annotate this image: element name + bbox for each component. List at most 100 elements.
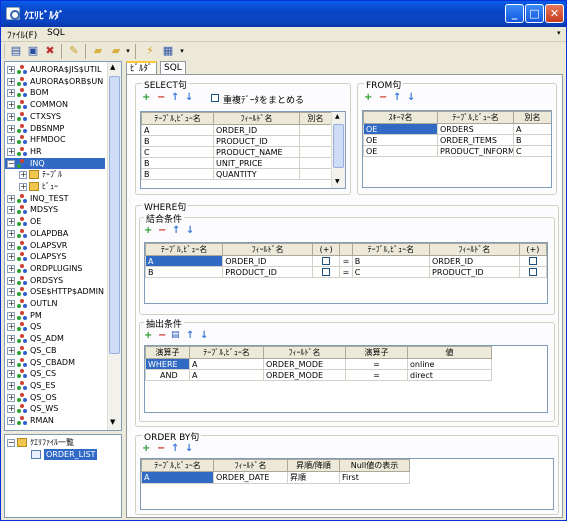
table-cell[interactable]: ORDER_MODE (263, 358, 346, 370)
table-cell[interactable] (299, 135, 332, 147)
add-icon[interactable]: + (142, 93, 150, 103)
tree-item-child[interactable]: + ﾃｰﾌﾞﾙ (5, 169, 105, 180)
column-header[interactable]: 演算子 (345, 346, 408, 359)
tree-item-schema[interactable]: + CTXSYS (5, 111, 105, 122)
tree-item-schema[interactable]: + OLAPSVR (5, 240, 105, 251)
table-cell[interactable]: AND (145, 369, 190, 381)
table-cell[interactable]: OE (363, 123, 438, 135)
new-icon[interactable]: ▤ (9, 44, 23, 58)
tree-item-schema[interactable]: + PM (5, 310, 105, 321)
expand-icon[interactable]: + (7, 89, 15, 98)
table-cell[interactable]: WHERE (145, 358, 190, 370)
tree-item-schema[interactable]: + DBSNMP (5, 123, 105, 134)
table-cell[interactable]: PRODUCT_ID (429, 266, 520, 278)
table-cell[interactable]: ORDERS (437, 123, 514, 135)
expand-icon[interactable]: + (7, 147, 15, 156)
table-cell[interactable]: ORDER_ITEMS (437, 134, 514, 146)
expand-icon[interactable]: + (7, 276, 15, 285)
tree-item-schema[interactable]: − INQ (5, 157, 105, 169)
remove-icon[interactable]: − (158, 226, 166, 236)
table-row[interactable]: OE ORDER_ITEMS B (363, 134, 551, 146)
column-header[interactable]: 別名 (513, 111, 551, 124)
expand-icon[interactable]: + (7, 370, 15, 379)
expand-icon[interactable]: + (7, 101, 15, 110)
table-cell[interactable] (518, 266, 547, 278)
table-cell[interactable]: ORDER_DATE (213, 471, 288, 484)
column-header[interactable]: ﾃｰﾌﾞﾙ,ﾋﾞｭｰ名 (141, 112, 214, 125)
column-header[interactable]: ﾌｨｰﾙﾄﾞ名 (263, 346, 346, 359)
expand-icon[interactable]: + (7, 346, 15, 355)
expand-icon[interactable]: + (7, 206, 15, 215)
table-row[interactable]: A ORDER_ID = B ORDER_ID (145, 255, 547, 267)
table-row[interactable]: C PRODUCT_NAME (141, 146, 332, 158)
column-header[interactable]: ﾌｨｰﾙﾄﾞ名 (222, 243, 314, 256)
expand-icon[interactable]: + (7, 288, 15, 297)
expand-icon[interactable]: + (7, 241, 15, 250)
table-cell[interactable]: A (189, 358, 264, 370)
move-down-icon[interactable]: ↓ (185, 93, 193, 103)
column-header[interactable]: 値 (407, 346, 492, 359)
tree-item-schema[interactable]: + OLAPSYS (5, 251, 105, 262)
table-cell[interactable] (518, 255, 547, 267)
column-header[interactable]: ﾌｨｰﾙﾄﾞ名 (213, 459, 288, 472)
scroll-up-icon[interactable]: ▲ (335, 113, 340, 120)
expand-icon[interactable]: + (7, 194, 15, 203)
menu-sql[interactable]: SQL (47, 28, 65, 38)
expand-icon[interactable]: + (7, 323, 15, 332)
table-cell[interactable] (299, 146, 332, 158)
tree-item-schema[interactable]: + OUTLN (5, 298, 105, 309)
column-header[interactable]: (+) (518, 243, 547, 256)
table-cell[interactable]: B (351, 255, 431, 267)
expand-icon[interactable]: + (19, 171, 27, 180)
remove-icon[interactable]: − (158, 331, 166, 341)
group-condition-icon[interactable]: ▤ (171, 330, 180, 340)
menu-overflow-icon[interactable]: ▾ (557, 29, 561, 37)
table-cell[interactable]: B (513, 134, 551, 146)
column-header[interactable] (339, 243, 353, 256)
move-up-icon[interactable]: ↑ (186, 331, 194, 341)
query-file-root[interactable]: − ｸｴﾘﾌｧｲﾙ一覧 (5, 437, 121, 448)
table-cell[interactable] (312, 266, 341, 278)
move-down-icon[interactable]: ↓ (186, 226, 194, 236)
add-icon[interactable]: + (144, 331, 152, 341)
expand-icon[interactable]: + (7, 112, 15, 121)
tree-item-schema[interactable]: + ORDSYS (5, 275, 105, 286)
tab-sql[interactable]: SQL (160, 61, 186, 75)
table-cell[interactable]: online (407, 358, 492, 370)
table-cell[interactable]: PRODUCT_ID (222, 266, 314, 278)
expand-icon[interactable]: + (7, 335, 15, 344)
table-cell[interactable]: A (145, 255, 224, 267)
table-cell[interactable]: = (345, 358, 408, 370)
expand-icon[interactable]: + (7, 311, 15, 320)
menu-file[interactable]: ﾌｧｲﾙ(F) (7, 28, 37, 41)
tree-item-schema[interactable]: + MDSYS (5, 204, 105, 215)
tree-item-child[interactable]: + ﾋﾞｭｰ (5, 181, 105, 192)
table-cell[interactable]: OE (363, 145, 438, 157)
title-bar[interactable]: ｸｴﾘﾋﾞﾙﾀﾞ _ □ ✕ (1, 1, 566, 27)
table-row[interactable]: B PRODUCT_ID = C PRODUCT_ID (145, 266, 547, 278)
expand-icon[interactable]: + (19, 183, 27, 191)
column-header[interactable]: ﾃｰﾌﾞﾙ,ﾋﾞｭｰ名 (189, 346, 264, 359)
expand-icon[interactable]: + (7, 66, 15, 74)
maximize-button[interactable]: □ (525, 4, 544, 23)
table-cell[interactable]: B (145, 266, 224, 278)
query-file-item[interactable]: ORDER_LIST (19, 449, 121, 460)
tree-item-schema[interactable]: + OSE$HTTP$ADMIN (5, 286, 105, 297)
column-header[interactable]: 別名 (299, 112, 332, 125)
delete-icon[interactable]: ✖ (43, 44, 57, 58)
table-cell[interactable]: = (339, 266, 353, 278)
scroll-up-icon[interactable]: ▲ (110, 63, 115, 71)
table-row[interactable]: AND A ORDER_MODE = direct (145, 369, 492, 381)
tree-item-schema[interactable]: + QS_CB (5, 345, 105, 356)
table-cell[interactable]: A (189, 369, 264, 381)
add-icon[interactable]: + (142, 444, 150, 454)
outer-join-checkbox[interactable] (528, 268, 537, 276)
table-cell[interactable]: PRODUCT_INFORM (437, 145, 514, 157)
column-header[interactable]: (+) (312, 243, 341, 256)
table-cell[interactable]: A (141, 124, 214, 136)
tree-item-schema[interactable]: + OE (5, 216, 105, 227)
table-cell[interactable]: C (351, 266, 431, 278)
tree-item-schema[interactable]: + AURORA$JIS$UTIL (5, 64, 105, 75)
expand-icon[interactable]: + (7, 393, 15, 402)
expand-icon[interactable]: + (7, 358, 15, 367)
